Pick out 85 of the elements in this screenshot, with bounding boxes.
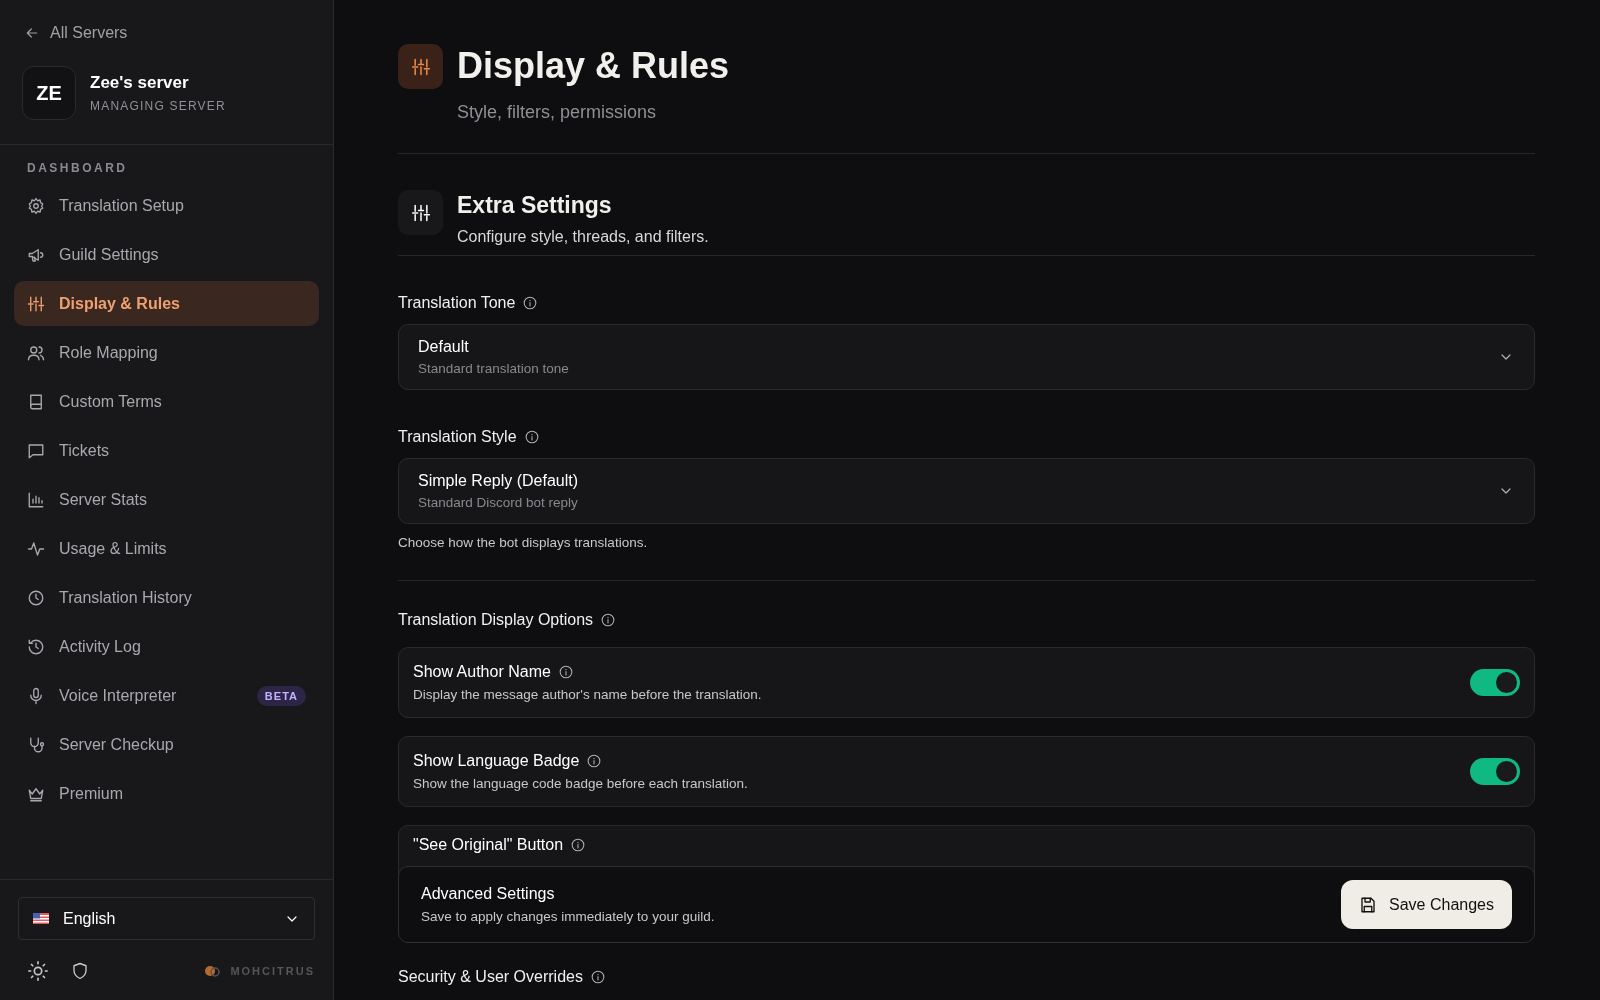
sidebar-item[interactable]: Voice Interpreter BETA [14, 673, 319, 718]
option-description: Display the message author's name before the translation. [413, 687, 763, 702]
sidebar-item[interactable]: Translation History [14, 575, 319, 620]
sidebar-item-label: Server Stats [59, 490, 149, 509]
sidebar-item-label: Premium [59, 784, 124, 803]
sidebar-item[interactable]: Server Stats [14, 477, 319, 522]
toggle-switch[interactable] [1470, 758, 1520, 785]
sidebar-item[interactable]: Custom Terms [14, 379, 319, 424]
save-bar-description: Save to apply changes immediately to your guild. [421, 909, 716, 924]
chat-bubble-icon [27, 441, 45, 460]
option-title: Show Author Name [413, 663, 551, 681]
sidebar-item[interactable]: Server Checkup [14, 722, 319, 767]
shield-icon [71, 962, 89, 980]
save-icon [1359, 895, 1378, 914]
sidebar-item-label: Role Mapping [59, 343, 159, 362]
stethoscope-icon [27, 735, 45, 754]
language-select[interactable]: English [18, 897, 315, 940]
sidebar-item[interactable]: Activity Log [14, 624, 319, 669]
option-title: "See Original" Button [413, 836, 564, 854]
server-avatar: ZE [22, 66, 76, 120]
sidebar-item[interactable]: Usage & Limits [14, 526, 319, 571]
section-label: DASHBOARD [27, 161, 128, 175]
sidebar-item-label: Custom Terms [59, 392, 163, 411]
flag-icon [33, 913, 49, 924]
clock-icon [27, 588, 45, 607]
sidebar-item[interactable]: Guild Settings [14, 232, 319, 277]
page-icon [398, 44, 443, 89]
server-name: Zee's server [90, 73, 190, 93]
field-label: Security & User Overrides [398, 968, 583, 986]
beta-badge: BETA [256, 685, 306, 706]
info-icon [523, 296, 538, 310]
sidebar-item-label: Translation History [59, 588, 193, 607]
save-button[interactable]: Save Changes [1341, 880, 1512, 929]
field-hint: Choose how the bot displays translations. [398, 535, 649, 550]
sidebar-item-label: Translation Setup [59, 196, 185, 215]
back-arrow-icon [24, 25, 40, 41]
sliders-icon [27, 294, 45, 313]
history-icon [27, 637, 45, 656]
sidebar-item[interactable]: Display & Rules [14, 281, 319, 326]
sidebar-item[interactable]: Premium [14, 771, 319, 816]
sidebar-item-label: Usage & Limits [59, 539, 168, 558]
brand-name: MOHCITRUS [230, 965, 315, 977]
info-icon [601, 613, 616, 627]
section-title: Extra Settings [457, 192, 613, 219]
info-icon [587, 754, 602, 768]
dropdown-value: Simple Reply (Default) [418, 472, 580, 490]
sidebar-item-label: Server Checkup [59, 735, 175, 754]
users-icon [27, 343, 45, 362]
dropdown-description: Standard translation tone [418, 361, 570, 376]
back-link[interactable]: All Servers [24, 24, 128, 42]
option-description: Show the language code badge before each translation. [413, 776, 749, 791]
sidebar-item[interactable]: Translation Setup [14, 183, 319, 228]
dropdown-value: Default [418, 338, 470, 356]
toggle-switch[interactable] [1470, 669, 1520, 696]
bar-chart-icon [27, 490, 45, 509]
field-label: Translation Style [398, 428, 517, 446]
logo-icon [204, 965, 221, 977]
book-icon [27, 392, 45, 411]
pulse-icon [27, 539, 45, 558]
settings-icon [27, 196, 45, 215]
save-bar-title: Advanced Settings [421, 885, 556, 903]
page-subtitle: Style, filters, permissions [457, 102, 658, 123]
sidebar-item[interactable]: Tickets [14, 428, 319, 473]
sun-icon [27, 960, 49, 982]
option-title: Show Language Badge [413, 752, 580, 770]
page-title: Display & Rules [457, 44, 730, 88]
microphone-icon [27, 686, 45, 705]
dropdown-description: Standard Discord bot reply [418, 495, 579, 510]
sidebar-item-label: Activity Log [59, 637, 142, 656]
sidebar-item-label: Tickets [59, 441, 111, 460]
sidebar-item-label: Voice Interpreter [59, 686, 178, 705]
info-icon [571, 838, 586, 852]
info-icon [524, 430, 539, 444]
field-label: Translation Display Options [398, 611, 594, 629]
field-label: Translation Tone [398, 294, 516, 312]
section-icon [398, 190, 443, 235]
sidebar-item-label: Display & Rules [59, 294, 181, 313]
section-description: Configure style, threads, and filters. [457, 228, 709, 246]
dropdown-select[interactable]: Default Standard translation tone [398, 324, 1535, 390]
server-subtitle: MANAGING SERVER [90, 99, 226, 113]
info-icon [558, 665, 573, 679]
info-icon [590, 970, 605, 984]
dropdown-select[interactable]: Simple Reply (Default) Standard Discord bot reply [398, 458, 1535, 524]
sidebar-item-label: Guild Settings [59, 245, 160, 264]
sidebar-item[interactable]: Role Mapping [14, 330, 319, 375]
